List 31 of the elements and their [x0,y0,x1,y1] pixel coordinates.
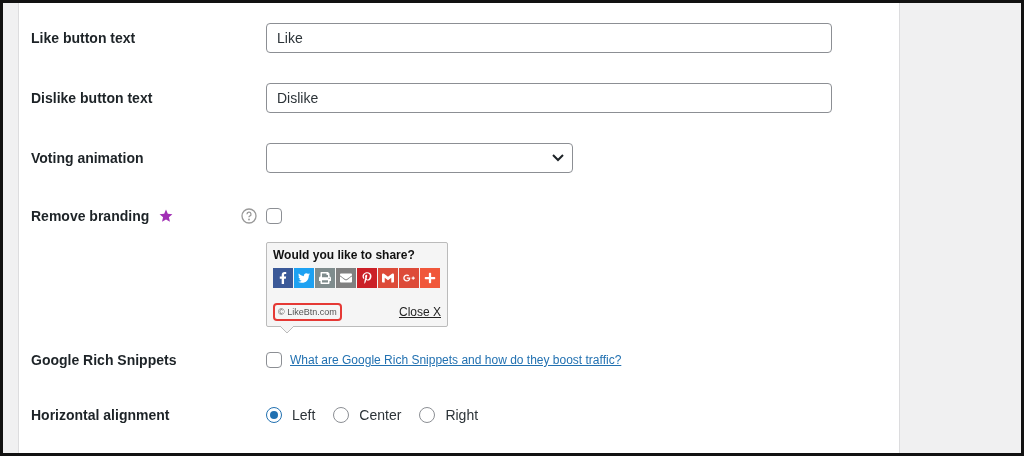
printer-icon[interactable] [315,268,335,288]
bird-icon[interactable] [294,268,314,288]
plus-icon[interactable] [420,268,440,288]
radio-label: Right [445,407,479,423]
pin-icon[interactable] [357,268,377,288]
radio-label: Center [359,407,402,423]
facebook-icon[interactable] [273,268,293,288]
radio-option[interactable]: Left [266,407,316,423]
popup-title: Would you like to share? [273,248,416,262]
radio-option[interactable]: Center [333,407,402,423]
close-link[interactable]: Close X [398,305,441,319]
radio-option[interactable]: Right [419,407,479,423]
envelope-icon[interactable] [336,268,356,288]
dropdown-select[interactable] [266,143,573,173]
field-label: Voting animation [31,150,144,166]
branding-credit: © LikeBtn.com [273,303,342,321]
field-label: Remove branding [31,208,150,224]
help-icon[interactable] [241,208,257,224]
mail-icon[interactable] [378,268,398,288]
help-link[interactable]: What are Google Rich Snippets and how do they boost traffic? [290,353,622,367]
radio-label: Left [292,407,316,423]
chevron-icon [552,154,564,162]
field-label: Dislike button text [31,90,153,106]
text-input[interactable]: Like [266,23,832,53]
checkbox[interactable] [266,352,282,368]
google-plus-icon[interactable] [399,268,419,288]
checkbox[interactable] [266,208,282,224]
field-label: Google Rich Snippets [31,352,177,368]
text-input[interactable]: Dislike [266,83,832,113]
field-label: Like button text [31,30,136,46]
field-label: Horizontal alignment [31,407,170,423]
